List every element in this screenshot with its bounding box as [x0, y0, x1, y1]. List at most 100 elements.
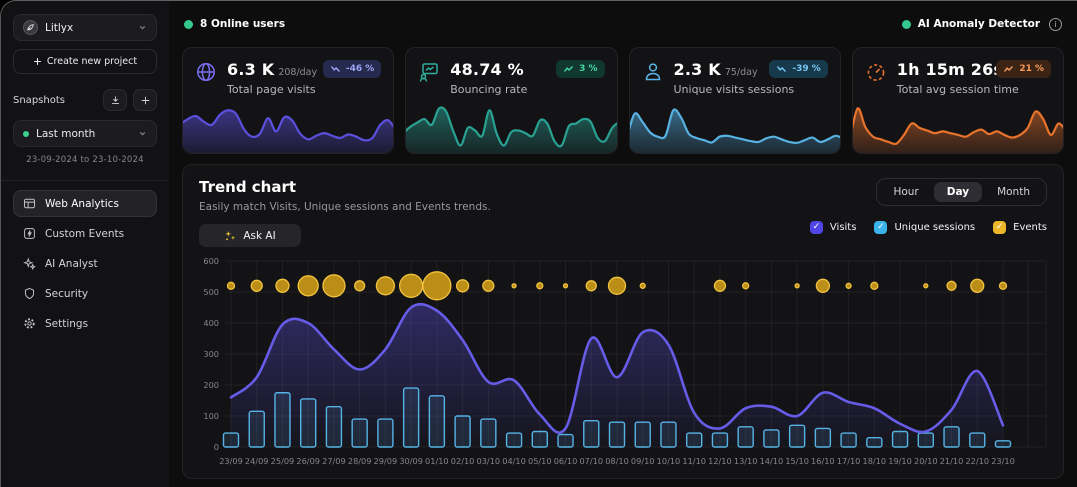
litlyx-logo-icon	[23, 20, 38, 35]
svg-text:06/10: 06/10	[554, 456, 578, 466]
svg-text:19/10: 19/10	[888, 456, 912, 466]
svg-text:200: 200	[203, 380, 219, 390]
svg-text:14/10: 14/10	[760, 456, 784, 466]
plus-icon	[33, 57, 42, 66]
stat-label: Total page visits	[227, 83, 317, 96]
svg-text:03/10: 03/10	[477, 456, 501, 466]
svg-text:16/10: 16/10	[811, 456, 835, 466]
ask-ai-button[interactable]: Ask AI	[199, 224, 301, 247]
svg-text:21/10: 21/10	[940, 456, 964, 466]
svg-text:28/09: 28/09	[348, 456, 372, 466]
svg-text:23/09: 23/09	[219, 456, 243, 466]
legend-item-visits[interactable]: ✓Visits	[810, 221, 857, 234]
svg-text:18/10: 18/10	[863, 456, 887, 466]
legend-label: Events	[1013, 222, 1047, 233]
stat-value: 2.3 K	[674, 60, 721, 79]
trend-chart-panel: Trend chart Easily match Visits, Unique …	[182, 164, 1064, 479]
create-project-button[interactable]: Create new project	[13, 49, 157, 74]
presentation-chart-icon	[418, 61, 440, 83]
sparkle-icon	[224, 230, 236, 242]
stat-card-page-visits: 6.3 K208/day Total page visits -46 %	[182, 47, 394, 154]
stat-value: 48.74 %	[450, 60, 524, 79]
tab-day[interactable]: Day	[934, 182, 982, 202]
stat-label: Bouncing rate	[450, 83, 527, 96]
trend-chart: 010020030040050060023/0924/0925/0926/092…	[199, 251, 1051, 477]
stat-card-unique-sessions: 2.3 K 75/day Unique visits sessions -39 %	[629, 47, 841, 154]
snapshots-title: Snapshots	[13, 95, 97, 106]
trend-badge: -39 %	[769, 60, 827, 78]
custom-events-icon	[23, 227, 36, 240]
svg-text:12/10: 12/10	[708, 456, 732, 466]
svg-text:11/10: 11/10	[682, 456, 706, 466]
trend-up-icon	[1003, 65, 1014, 73]
sidebar-item-label: Web Analytics	[45, 198, 119, 210]
svg-text:400: 400	[203, 318, 219, 328]
trend-badge: 3 %	[556, 60, 604, 78]
sparkline-session-time	[853, 98, 1063, 153]
shield-icon	[23, 287, 36, 300]
svg-text:29/09: 29/09	[374, 456, 398, 466]
stat-label: Total avg session time	[897, 83, 1019, 96]
trend-badge: 21 %	[996, 60, 1051, 78]
timer-icon	[865, 61, 887, 83]
stat-card-session-time: 1h 15m 26s Total avg session time 21 %	[852, 47, 1064, 154]
chevron-down-icon	[138, 129, 147, 138]
svg-text:09/10: 09/10	[631, 456, 655, 466]
web-analytics-icon	[23, 197, 36, 210]
legend-checkbox[interactable]: ✓	[874, 221, 887, 234]
svg-text:10/10: 10/10	[657, 456, 681, 466]
sidebar-divider	[1, 180, 169, 181]
online-status-dot	[184, 20, 193, 29]
export-snapshot-button[interactable]	[103, 89, 127, 111]
legend-checkbox[interactable]: ✓	[810, 221, 823, 234]
legend-item-events[interactable]: ✓ Events	[993, 221, 1047, 234]
add-snapshot-button[interactable]	[133, 89, 157, 111]
svg-text:05/10: 05/10	[528, 456, 552, 466]
stat-label: Unique visits sessions	[674, 83, 795, 96]
svg-text:02/10: 02/10	[451, 456, 475, 466]
legend-checkbox[interactable]: ✓	[993, 221, 1006, 234]
trend-badge: -46 %	[323, 60, 381, 78]
sparkline-unique-sessions	[630, 98, 840, 153]
svg-text:07/10: 07/10	[579, 456, 603, 466]
legend-label: Unique sessions	[894, 222, 975, 233]
svg-text:20/10: 20/10	[914, 456, 938, 466]
svg-text:500: 500	[203, 287, 219, 297]
svg-text:23/10: 23/10	[991, 456, 1015, 466]
tab-month[interactable]: Month	[984, 182, 1043, 202]
sidebar-item-ai-analyst[interactable]: AI Analyst	[13, 250, 157, 277]
sidebar-item-custom-events[interactable]: Custom Events	[13, 220, 157, 247]
project-selector[interactable]: Litlyx	[13, 14, 157, 41]
plus-icon	[140, 95, 151, 106]
stat-rate: 75/day	[725, 67, 758, 78]
svg-text:600: 600	[203, 256, 219, 266]
sparkline-page-visits	[183, 98, 393, 153]
main-content: 8 Online users AI Anomaly Detector i 6.3…	[169, 1, 1077, 487]
ai-analyst-icon	[23, 257, 36, 270]
snapshot-range-select[interactable]: Last month	[13, 120, 157, 147]
info-icon[interactable]: i	[1049, 18, 1062, 31]
snapshot-date-range: 23-09-2024 to 23-10-2024	[13, 155, 157, 165]
trend-up-icon	[563, 65, 574, 73]
topbar: 8 Online users AI Anomaly Detector i	[182, 11, 1064, 37]
svg-text:08/10: 08/10	[605, 456, 629, 466]
svg-text:01/10: 01/10	[425, 456, 449, 466]
svg-text:27/09: 27/09	[322, 456, 346, 466]
tab-hour[interactable]: Hour	[880, 182, 931, 202]
sparkline-bouncing-rate	[406, 98, 616, 153]
range-tabs: Hour Day Month	[876, 178, 1047, 206]
sidebar-item-security[interactable]: Security	[13, 280, 157, 307]
ask-ai-label: Ask AI	[243, 230, 275, 242]
person-icon	[642, 61, 664, 83]
svg-text:17/10: 17/10	[837, 456, 861, 466]
anomaly-detector-label: AI Anomaly Detector	[918, 18, 1040, 30]
chevron-down-icon	[138, 23, 147, 32]
legend-item-unique-sessions[interactable]: ✓ Unique sessions	[874, 221, 975, 234]
svg-text:24/09: 24/09	[245, 456, 269, 466]
svg-text:0: 0	[214, 442, 219, 452]
gear-icon	[23, 317, 36, 330]
sidebar-item-settings[interactable]: Settings	[13, 310, 157, 337]
sidebar-item-web-analytics[interactable]: Web Analytics	[13, 190, 157, 217]
svg-text:300: 300	[203, 349, 219, 359]
sidebar-item-label: Settings	[45, 318, 88, 330]
